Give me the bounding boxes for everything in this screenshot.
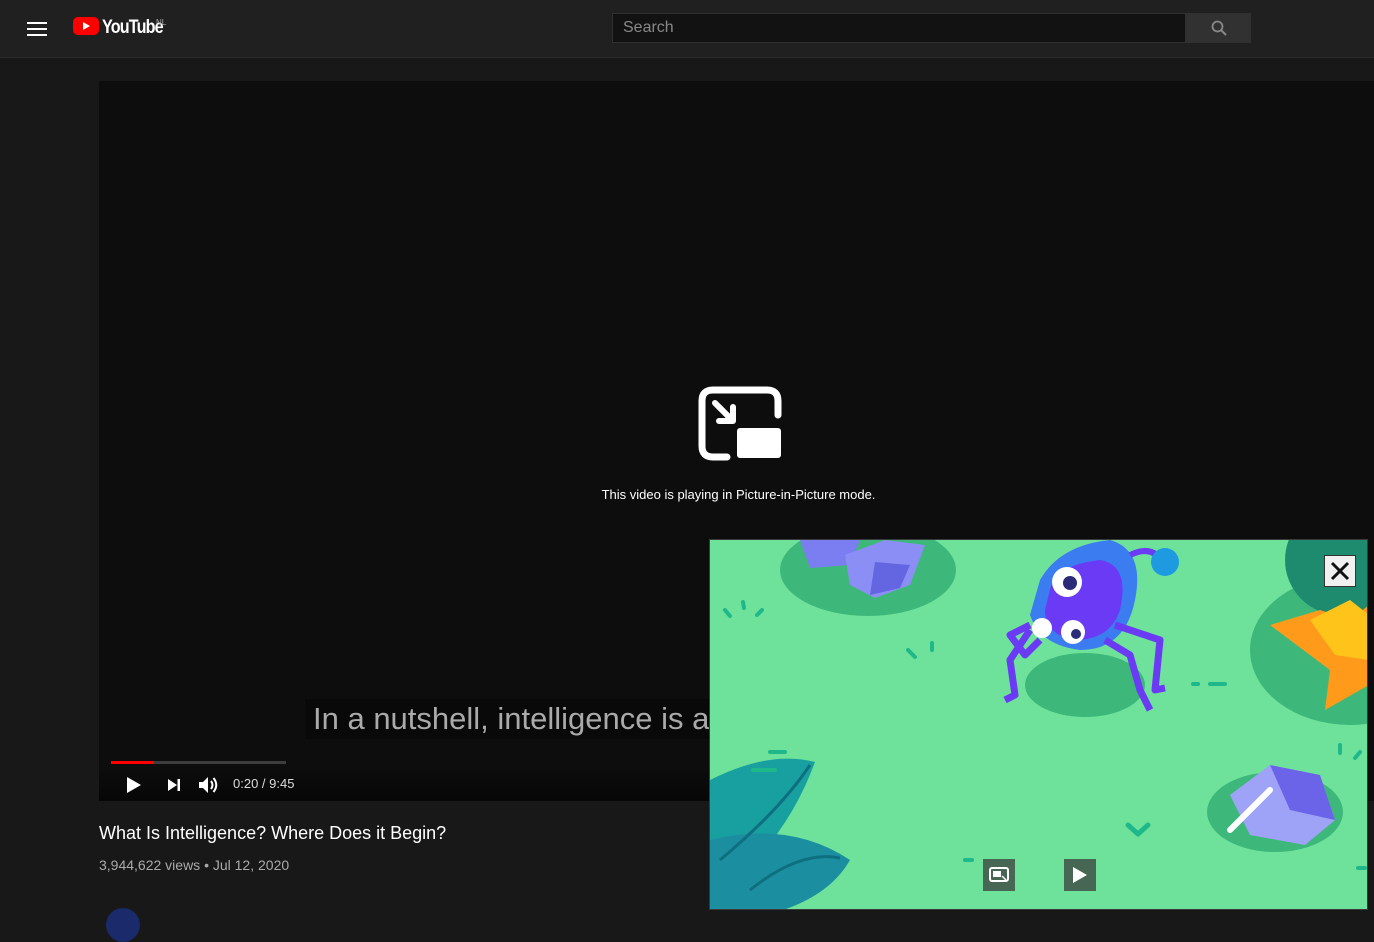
play-icon xyxy=(127,777,141,793)
progress-played xyxy=(111,761,155,764)
country-code: NL xyxy=(156,18,167,27)
search-icon xyxy=(1211,20,1227,36)
subtitle-caption: In a nutshell, intelligence is a xyxy=(305,699,718,739)
pip-back-to-tab-button[interactable] xyxy=(983,859,1015,891)
play-button[interactable] xyxy=(121,772,147,798)
progress-bar[interactable] xyxy=(111,761,286,764)
search-input[interactable] xyxy=(612,13,1186,43)
masthead: YouTube NL xyxy=(0,0,1374,58)
picture-in-picture-window[interactable] xyxy=(709,539,1368,910)
youtube-play-logo-icon xyxy=(73,17,99,35)
skip-next-icon xyxy=(168,779,180,791)
channel-avatar[interactable] xyxy=(106,908,140,942)
volume-icon xyxy=(199,777,218,793)
hamburger-menu-icon xyxy=(27,22,47,36)
search-button[interactable] xyxy=(1186,13,1251,43)
pip-close-button[interactable] xyxy=(1324,555,1356,587)
back-to-tab-icon xyxy=(989,867,1009,882)
picture-in-picture-indicator xyxy=(697,385,783,466)
youtube-logo[interactable]: YouTube NL xyxy=(73,17,173,39)
logo-text: YouTube xyxy=(102,17,164,38)
player-controls: 0:20 / 9:45 xyxy=(99,767,719,801)
mute-button[interactable] xyxy=(196,772,222,798)
play-icon xyxy=(1073,867,1087,883)
pip-play-button[interactable] xyxy=(1064,859,1096,891)
pip-video-frame xyxy=(710,540,1367,909)
next-button[interactable] xyxy=(161,772,187,798)
close-icon xyxy=(1330,561,1350,581)
video-title: What Is Intelligence? Where Does it Begi… xyxy=(99,823,447,843)
time-display: 0:20 / 9:45 xyxy=(233,776,295,791)
video-view-count-date: 3,944,622 views • Jul 12, 2020 xyxy=(99,857,290,873)
guide-menu-button[interactable] xyxy=(18,12,56,46)
picture-in-picture-icon xyxy=(698,386,782,461)
pip-status-message: This video is playing in Picture-in-Pict… xyxy=(601,487,876,502)
